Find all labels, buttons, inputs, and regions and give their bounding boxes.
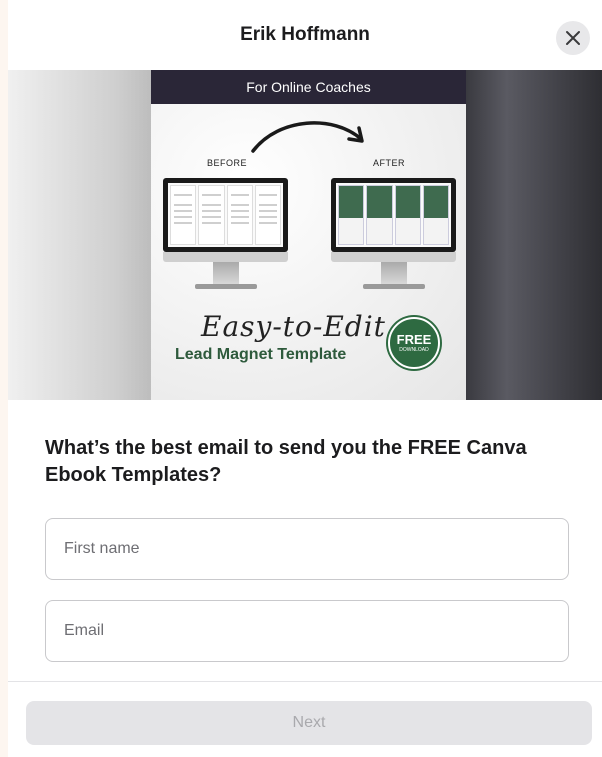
modal-title: Erik Hoffmann	[240, 24, 370, 45]
poster-top-strip: For Online Coaches	[151, 70, 466, 104]
close-icon	[566, 31, 580, 45]
banner-left-backdrop	[8, 70, 151, 400]
after-label: AFTER	[373, 158, 406, 168]
badge-download-text: DOWNLOAD	[399, 346, 429, 353]
modal-header: Erik Hoffmann	[8, 0, 602, 70]
first-name-input[interactable]	[45, 518, 569, 580]
free-download-badge: FREE DOWNLOAD	[388, 317, 440, 369]
banner-image: For Online Coaches BEFORE AFTER Easy-to-…	[8, 70, 602, 400]
monitor-after	[331, 178, 456, 289]
curved-arrow-icon	[251, 121, 364, 153]
badge-free-text: FREE	[396, 331, 432, 347]
monitor-before	[163, 178, 288, 289]
before-label: BEFORE	[207, 158, 248, 168]
next-button[interactable]: Next	[26, 701, 592, 745]
email-input[interactable]	[45, 600, 569, 662]
script-headline: Easy-to-Edit	[201, 310, 386, 343]
banner-right-backdrop	[466, 70, 602, 400]
close-button[interactable]	[556, 21, 590, 55]
form-question: What’s the best email to send you the FR…	[45, 437, 527, 486]
promo-poster: For Online Coaches BEFORE AFTER Easy-to-…	[151, 70, 466, 400]
footer-divider	[8, 681, 602, 682]
lead-magnet-headline: Lead Magnet Template	[175, 346, 347, 363]
lead-form-modal: Erik Hoffmann For Online Coaches BEFORE …	[8, 0, 602, 757]
